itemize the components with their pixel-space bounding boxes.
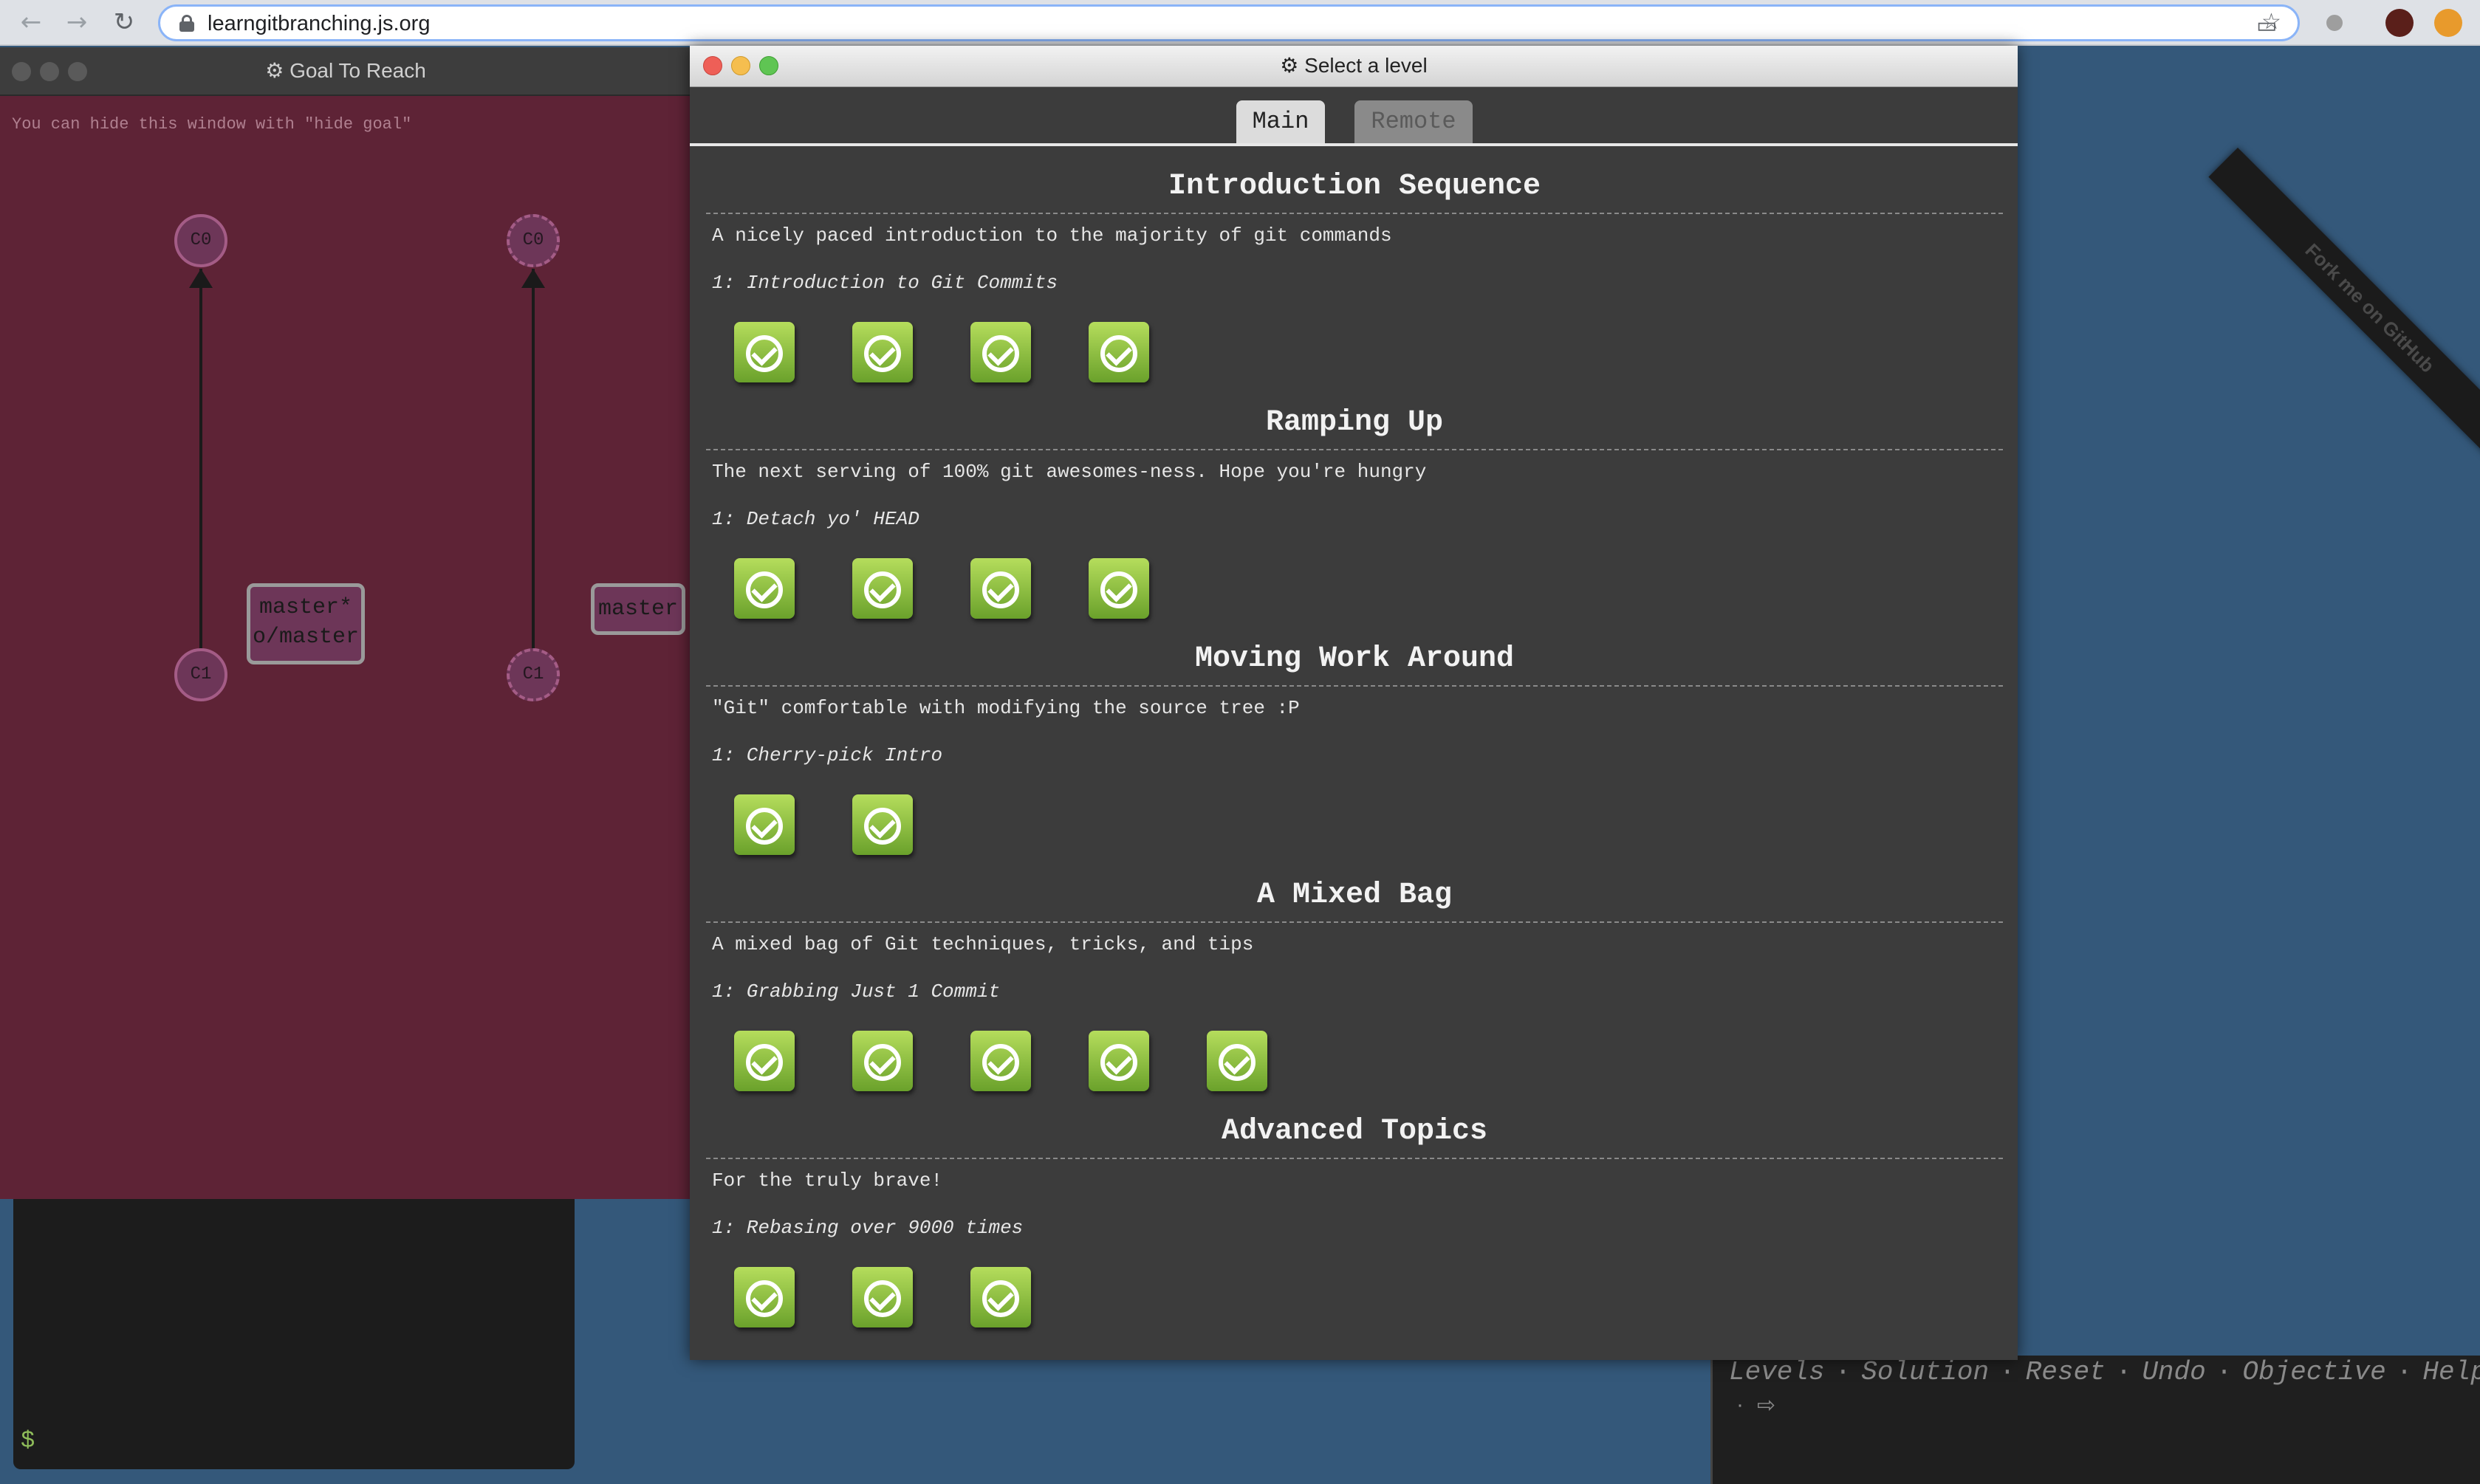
sequence-title: Advanced Topics: [1221, 1115, 1488, 1148]
commit-edge: [199, 269, 202, 653]
sequence-mixed-bag: A Mixed Bag A mixed bag of Git technique…: [706, 879, 2003, 1115]
level-select-window: ⚙ Select a level Main Remote Introductio…: [690, 46, 2018, 1360]
terminal-prompt: $: [21, 1427, 35, 1454]
level-complete-icon[interactable]: [1089, 1031, 1149, 1091]
bookmark-star-icon[interactable]: ☆: [2261, 9, 2281, 35]
level-complete-icon[interactable]: [852, 1267, 913, 1327]
divider: [706, 449, 2003, 450]
sequence-level-about: 1: Cherry-pick Intro: [712, 744, 943, 766]
extension-icon[interactable]: [2320, 9, 2349, 37]
goal-window: ⚙ Goal To Reach You can hide this window…: [0, 47, 691, 1199]
undo-link[interactable]: Undo: [2142, 1357, 2205, 1387]
gear-icon: ⚙: [265, 58, 284, 83]
divider: [706, 685, 2003, 687]
commit-node: C0: [174, 214, 227, 267]
level-icons: [734, 794, 970, 855]
level-complete-icon[interactable]: [734, 558, 795, 619]
sequence-level-about: 1: Grabbing Just 1 Commit: [712, 980, 1001, 1003]
level-complete-icon[interactable]: [734, 1267, 795, 1327]
sequence-title: Ramping Up: [1265, 406, 1444, 439]
tab-divider: [690, 143, 2018, 146]
level-complete-icon[interactable]: [734, 1031, 795, 1091]
level-icons: [734, 1031, 1325, 1091]
level-complete-icon[interactable]: [734, 322, 795, 382]
tab-remote[interactable]: Remote: [1354, 100, 1473, 143]
level-complete-icon[interactable]: [970, 322, 1031, 382]
reset-link[interactable]: Reset: [2026, 1357, 2106, 1387]
sequence-moving-work-around: Moving Work Around "Git" comfortable wit…: [706, 642, 2003, 879]
commit-node: C1: [507, 648, 560, 701]
address-bar[interactable]: learngitbranching.js.org ▭: [158, 4, 2300, 41]
level-window-title: ⚙ Select a level: [1280, 53, 1428, 78]
level-complete-icon[interactable]: [970, 558, 1031, 619]
sequence-description: The next serving of 100% git awesomes-ne…: [712, 461, 1427, 483]
lock-icon: [179, 15, 194, 32]
divider: [706, 213, 2003, 214]
gear-icon: ⚙: [1280, 53, 1299, 78]
command-bar: Levels · Solution · Reset · Undo · Objective · Hel…: [1710, 1356, 2480, 1484]
levels-link[interactable]: Levels: [1729, 1357, 1825, 1387]
arrowhead: [189, 269, 213, 288]
level-window-titlebar: ⚙ Select a level: [690, 46, 2018, 87]
goal-window-titlebar: ⚙ Goal To Reach: [0, 47, 691, 96]
update-icon[interactable]: [2434, 9, 2462, 37]
branch-label: master: [591, 583, 685, 635]
github-ribbon[interactable]: Fork me on GitHub: [2208, 148, 2480, 470]
arrowhead: [521, 269, 545, 288]
url-text: learngitbranching.js.org: [208, 12, 431, 35]
browser-toolbar: ← → ↻ learngitbranching.js.org ▭ ☆: [0, 0, 2480, 46]
sequence-title: Introduction Sequence: [1168, 170, 1541, 203]
sequence-advanced-topics: Advanced Topics For the truly brave! 1: …: [706, 1115, 2003, 1351]
sequence-ramping-up: Ramping Up The next serving of 100% git …: [706, 406, 2003, 642]
branch-label: master* o/master: [247, 583, 365, 664]
help-link[interactable]: Help: [2422, 1357, 2480, 1387]
level-complete-icon[interactable]: [1089, 558, 1149, 619]
sequence-level-about: 1: Rebasing over 9000 times: [712, 1217, 1024, 1239]
sequence-level-about: 1: Introduction to Git Commits: [712, 272, 1058, 294]
level-complete-icon[interactable]: [970, 1267, 1031, 1327]
commit-node: C1: [174, 648, 227, 701]
level-complete-icon[interactable]: [1207, 1031, 1267, 1091]
level-icons: [734, 558, 1207, 619]
level-icons: [734, 1267, 1089, 1327]
level-complete-icon[interactable]: [852, 558, 913, 619]
divider: [706, 921, 2003, 923]
sequence-introduction: Introduction Sequence A nicely paced int…: [706, 170, 2003, 406]
reload-icon[interactable]: ↻: [109, 7, 139, 37]
goal-hint: You can hide this window with "hide goal…: [12, 115, 412, 134]
level-complete-icon[interactable]: [1089, 322, 1149, 382]
objective-link[interactable]: Objective: [2242, 1357, 2385, 1387]
level-complete-icon[interactable]: [852, 794, 913, 855]
commit-node: C0: [507, 214, 560, 267]
sequence-description: For the truly brave!: [712, 1169, 943, 1192]
commit-edge: [532, 269, 535, 653]
arrow-forward-icon[interactable]: →: [62, 7, 92, 37]
sequence-title: Moving Work Around: [1194, 642, 1515, 676]
solution-link[interactable]: Solution: [1861, 1357, 1989, 1387]
sequence-level-about: 1: Detach yo' HEAD: [712, 508, 919, 530]
sequence-title: A Mixed Bag: [1256, 879, 1453, 912]
level-complete-icon[interactable]: [852, 1031, 913, 1091]
goal-window-title: ⚙ Goal To Reach: [265, 58, 426, 83]
arrow-back-icon[interactable]: ←: [16, 7, 46, 37]
sequence-description: A mixed bag of Git techniques, tricks, a…: [712, 933, 1254, 955]
level-complete-icon[interactable]: [852, 322, 913, 382]
divider: [706, 1158, 2003, 1159]
sequence-description: "Git" comfortable with modifying the sou…: [712, 697, 1300, 719]
sequence-description: A nicely paced introduction to the major…: [712, 224, 1392, 247]
command-links: Levels · Solution · Reset · Undo · Objective · Hel…: [1729, 1357, 2480, 1387]
command-terminal[interactable]: $: [13, 1199, 575, 1469]
level-icons: [734, 322, 1207, 382]
profile-avatar-icon[interactable]: [2385, 9, 2414, 37]
tab-main[interactable]: Main: [1236, 100, 1325, 143]
level-complete-icon[interactable]: [734, 794, 795, 855]
level-complete-icon[interactable]: [970, 1031, 1031, 1091]
exit-icon[interactable]: ⇨: [1757, 1392, 1775, 1418]
